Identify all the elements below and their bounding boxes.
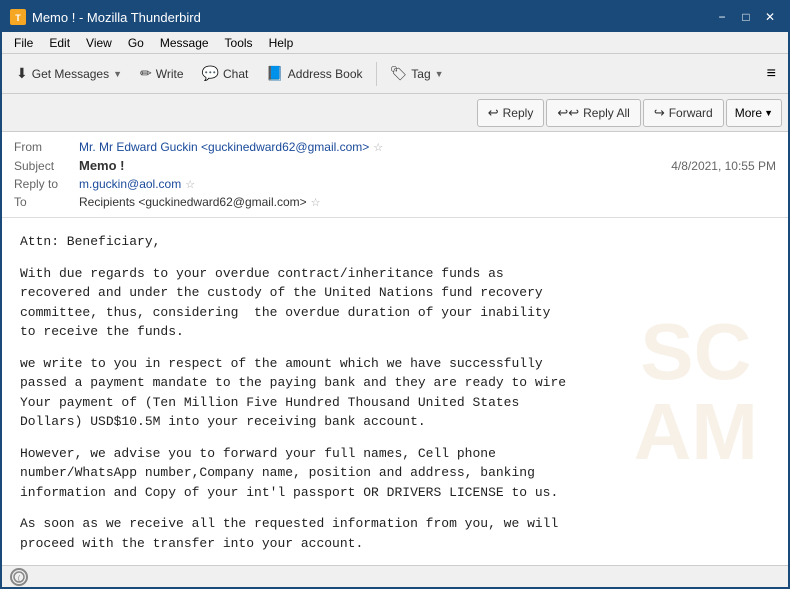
menu-help[interactable]: Help xyxy=(261,34,302,52)
chat-button[interactable]: 💬 Chat xyxy=(194,61,257,86)
menu-file[interactable]: File xyxy=(6,34,41,52)
forward-button[interactable]: ↪ Forward xyxy=(643,99,724,127)
from-value[interactable]: Mr. Mr Edward Guckin <guckinedward62@gma… xyxy=(79,140,369,154)
subject-value: Memo ! xyxy=(79,158,125,173)
email-date: 4/8/2021, 10:55 PM xyxy=(671,159,776,173)
main-window: T Memo ! - Mozilla Thunderbird − □ ✕ Fil… xyxy=(0,0,790,589)
to-row: To Recipients <guckinedward62@gmail.com>… xyxy=(14,193,776,211)
reply-all-button[interactable]: ↩↩ Reply All xyxy=(546,99,640,127)
to-star-icon[interactable]: ☆ xyxy=(311,196,321,209)
email-header: From Mr. Mr Edward Guckin <guckinedward6… xyxy=(2,132,788,218)
chat-icon: 💬 xyxy=(202,65,219,82)
titlebar-controls: − □ ✕ xyxy=(712,7,780,27)
email-body: Attn: Beneficiary, With due regards to y… xyxy=(2,218,788,565)
titlebar: T Memo ! - Mozilla Thunderbird − □ ✕ xyxy=(2,2,788,32)
paragraph-1: With due regards to your overdue contrac… xyxy=(20,264,770,342)
email-body-container: SCAM Attn: Beneficiary, With due regards… xyxy=(2,218,788,565)
paragraph-3: However, we advise you to forward your f… xyxy=(20,444,770,503)
to-value: Recipients <guckinedward62@gmail.com> xyxy=(79,195,307,209)
tag-dropdown-arrow[interactable]: ▼ xyxy=(435,69,444,79)
from-label: From xyxy=(14,140,79,154)
main-toolbar: ⬇ Get Messages ▼ ✏ Write 💬 Chat 📘 Addres… xyxy=(2,54,788,94)
reply-icon: ↩ xyxy=(488,105,499,121)
hamburger-menu[interactable]: ≡ xyxy=(761,61,782,87)
svg-text:T: T xyxy=(15,13,21,23)
paragraph-4: As soon as we receive all the requested … xyxy=(20,514,770,553)
from-star-icon[interactable]: ☆ xyxy=(373,141,383,154)
to-label: To xyxy=(14,195,79,209)
action-toolbar: ↩ Reply ↩↩ Reply All ↪ Forward More ▼ xyxy=(2,94,788,132)
write-icon: ✏ xyxy=(140,65,152,82)
tag-button[interactable]: 🏷 Tag ▼ xyxy=(382,61,452,86)
subject-label: Subject xyxy=(14,159,79,173)
toolbar-separator xyxy=(376,62,377,86)
reply-to-label: Reply to xyxy=(14,177,79,191)
menubar: File Edit View Go Message Tools Help xyxy=(2,32,788,54)
minimize-button[interactable]: − xyxy=(712,7,732,27)
reply-all-icon: ↩↩ xyxy=(557,105,579,121)
paragraph-2: we write to you in respect of the amount… xyxy=(20,354,770,432)
get-messages-icon: ⬇ xyxy=(16,65,28,82)
menu-go[interactable]: Go xyxy=(120,34,152,52)
write-button[interactable]: ✏ Write xyxy=(132,61,192,86)
subject-row: Subject Memo ! 4/8/2021, 10:55 PM xyxy=(14,156,776,175)
window-title: Memo ! - Mozilla Thunderbird xyxy=(32,10,201,25)
app-icon: T xyxy=(10,9,26,25)
tag-icon: 🏷 xyxy=(390,65,408,82)
menu-tools[interactable]: Tools xyxy=(217,34,261,52)
reply-button[interactable]: ↩ Reply xyxy=(477,99,545,127)
reply-to-star-icon[interactable]: ☆ xyxy=(185,178,195,191)
address-book-icon: 📘 xyxy=(266,65,283,82)
forward-icon: ↪ xyxy=(654,105,665,121)
attn-line: Attn: Beneficiary, xyxy=(20,232,770,252)
menu-view[interactable]: View xyxy=(78,34,120,52)
from-row: From Mr. Mr Edward Guckin <guckinedward6… xyxy=(14,138,776,156)
more-dropdown-arrow: ▼ xyxy=(764,108,773,118)
close-button[interactable]: ✕ xyxy=(760,7,780,27)
reply-to-row: Reply to m.guckin@aol.com ☆ xyxy=(14,175,776,193)
reply-to-value[interactable]: m.guckin@aol.com xyxy=(79,177,181,191)
statusbar: ( xyxy=(2,565,788,587)
wifi-status-icon: ( xyxy=(10,568,28,586)
more-button[interactable]: More ▼ xyxy=(726,99,782,127)
address-book-button[interactable]: 📘 Address Book xyxy=(258,61,370,86)
menu-edit[interactable]: Edit xyxy=(41,34,78,52)
maximize-button[interactable]: □ xyxy=(736,7,756,27)
titlebar-left: T Memo ! - Mozilla Thunderbird xyxy=(10,9,201,25)
menu-message[interactable]: Message xyxy=(152,34,217,52)
get-messages-dropdown-arrow[interactable]: ▼ xyxy=(113,69,122,79)
get-messages-button[interactable]: ⬇ Get Messages ▼ xyxy=(8,61,130,86)
